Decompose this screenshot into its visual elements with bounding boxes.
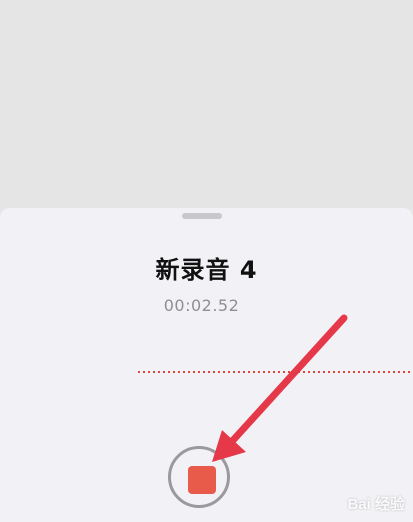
stop-square-icon — [188, 466, 216, 494]
stop-recording-button[interactable] — [168, 446, 230, 508]
sheet-grabber-handle[interactable] — [182, 213, 222, 219]
watermark-text: Bai 经验 — [347, 496, 405, 513]
top-blank-area — [0, 0, 413, 208]
recording-title: 新录音 4 — [155, 256, 258, 284]
waveform-trace — [138, 371, 413, 373]
recording-timer: 00:02.52 — [163, 296, 240, 315]
